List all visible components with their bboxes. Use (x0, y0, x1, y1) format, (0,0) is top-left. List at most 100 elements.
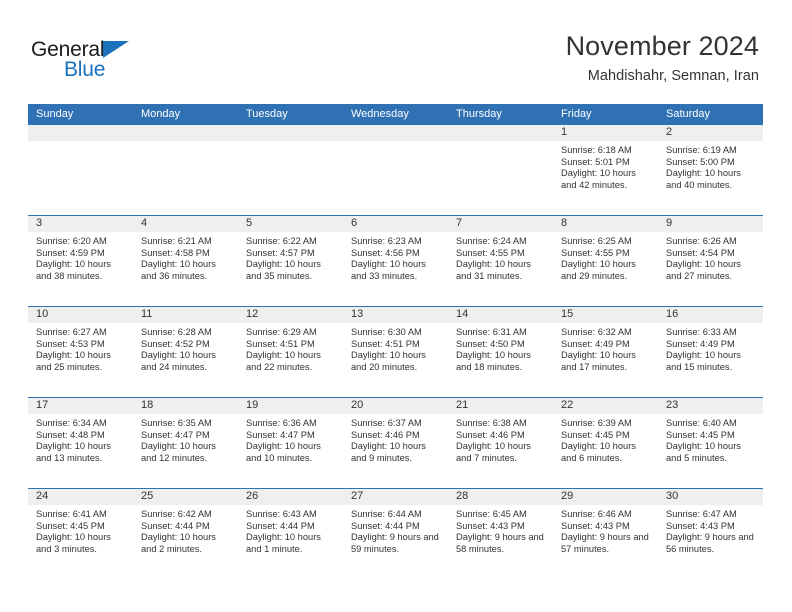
day-number-band: 8 (553, 216, 658, 233)
sunrise-text: Sunrise: 6:27 AM (36, 327, 107, 337)
calendar-day-cell-empty (448, 125, 553, 215)
sunset-text: Sunset: 4:44 PM (141, 520, 210, 531)
calendar-day-cell[interactable]: 11 Sunrise: 6:28 AM Sunset: 4:52 PM Dayligh… (133, 307, 238, 397)
sunset-text: Sunset: 4:46 PM (351, 429, 420, 440)
calendar-day-cell-empty (133, 125, 238, 215)
day-number: 28 (456, 490, 469, 502)
weekday-header-saturday: Saturday (666, 108, 711, 120)
sunset-text: Sunset: 4:44 PM (351, 520, 420, 531)
sunrise-text: Sunrise: 6:29 AM (246, 327, 317, 337)
day-number-band: 20 (343, 398, 448, 415)
day-number: 9 (666, 217, 673, 229)
sunset-text: Sunset: 4:58 PM (141, 247, 210, 258)
calendar-day-cell[interactable]: 1 Sunrise: 6:18 AM Sunset: 5:01 PM Daylight… (553, 125, 658, 215)
daylight-text: Daylight: 10 hours and 24 minutes. (141, 350, 216, 372)
calendar-day-cell[interactable]: 20 Sunrise: 6:37 AM Sunset: 4:46 PM Dayligh… (343, 398, 448, 488)
sunrise-text: Sunrise: 6:30 AM (351, 327, 422, 337)
day-number-band: 1 (553, 125, 658, 142)
day-number-band: 21 (448, 398, 553, 415)
day-sun-info: Sunrise: 6:25 AM Sunset: 4:55 PM Daylight:… (553, 233, 658, 282)
day-number: 30 (666, 490, 679, 502)
calendar-day-cell[interactable]: 24 Sunrise: 6:41 AM Sunset: 4:45 PM Dayligh… (28, 489, 133, 579)
calendar-day-cell[interactable]: 16 Sunrise: 6:33 AM Sunset: 4:49 PM Dayligh… (658, 307, 763, 397)
day-number-band: 9 (658, 216, 763, 233)
day-number: 16 (666, 308, 679, 320)
day-number-band: 3 (28, 216, 133, 233)
daylight-text: Daylight: 10 hours and 42 minutes. (561, 168, 636, 190)
calendar-day-cell[interactable]: 15 Sunrise: 6:32 AM Sunset: 4:49 PM Dayligh… (553, 307, 658, 397)
triangle-icon (103, 41, 129, 58)
calendar-day-cell[interactable]: 3 Sunrise: 6:20 AM Sunset: 4:59 PM Daylight… (28, 216, 133, 306)
sunset-text: Sunset: 4:53 PM (36, 338, 105, 349)
calendar-day-cell[interactable]: 10 Sunrise: 6:27 AM Sunset: 4:53 PM Dayligh… (28, 307, 133, 397)
day-number: 15 (561, 308, 574, 320)
sunrise-text: Sunrise: 6:18 AM (561, 145, 632, 155)
sunset-text: Sunset: 4:52 PM (141, 338, 210, 349)
day-number-band: 25 (133, 489, 238, 506)
calendar-day-cell[interactable]: 28 Sunrise: 6:45 AM Sunset: 4:43 PM Dayligh… (448, 489, 553, 579)
calendar-day-cell[interactable]: 25 Sunrise: 6:42 AM Sunset: 4:44 PM Dayligh… (133, 489, 238, 579)
general-blue-logo[interactable]: General Blue (31, 39, 151, 85)
day-number: 5 (246, 217, 253, 229)
day-number-band: 24 (28, 489, 133, 506)
daylight-text: Daylight: 10 hours and 36 minutes. (141, 259, 216, 281)
day-number: 25 (141, 490, 154, 502)
day-number-band: 18 (133, 398, 238, 415)
calendar-day-cell[interactable]: 4 Sunrise: 6:21 AM Sunset: 4:58 PM Daylight… (133, 216, 238, 306)
day-sun-info: Sunrise: 6:29 AM Sunset: 4:51 PM Daylight:… (238, 324, 343, 373)
calendar-day-cell[interactable]: 19 Sunrise: 6:36 AM Sunset: 4:47 PM Dayligh… (238, 398, 343, 488)
day-sun-info: Sunrise: 6:31 AM Sunset: 4:50 PM Daylight:… (448, 324, 553, 373)
day-sun-info: Sunrise: 6:24 AM Sunset: 4:55 PM Daylight:… (448, 233, 553, 282)
daylight-text: Daylight: 10 hours and 22 minutes. (246, 350, 321, 372)
page-header: General Blue November 2024 Mahdishahr, S… (0, 0, 792, 104)
calendar-day-cell[interactable]: 5 Sunrise: 6:22 AM Sunset: 4:57 PM Daylight… (238, 216, 343, 306)
calendar-day-cell[interactable]: 30 Sunrise: 6:47 AM Sunset: 4:43 PM Dayligh… (658, 489, 763, 579)
day-number: 11 (141, 308, 153, 320)
calendar-day-cell[interactable]: 2 Sunrise: 6:19 AM Sunset: 5:00 PM Daylight… (658, 125, 763, 215)
sunrise-text: Sunrise: 6:43 AM (246, 509, 317, 519)
day-number-band: 26 (238, 489, 343, 506)
daylight-text: Daylight: 10 hours and 38 minutes. (36, 259, 111, 281)
day-number: 13 (351, 308, 364, 320)
calendar-day-cell[interactable]: 14 Sunrise: 6:31 AM Sunset: 4:50 PM Dayligh… (448, 307, 553, 397)
sunrise-text: Sunrise: 6:28 AM (141, 327, 212, 337)
day-number: 2 (666, 126, 673, 138)
calendar-day-cell[interactable]: 27 Sunrise: 6:44 AM Sunset: 4:44 PM Dayligh… (343, 489, 448, 579)
calendar-day-cell[interactable]: 22 Sunrise: 6:39 AM Sunset: 4:45 PM Dayligh… (553, 398, 658, 488)
day-sun-info: Sunrise: 6:21 AM Sunset: 4:58 PM Daylight:… (133, 233, 238, 282)
sunset-text: Sunset: 4:45 PM (666, 429, 735, 440)
calendar-day-cell[interactable]: 6 Sunrise: 6:23 AM Sunset: 4:56 PM Daylight… (343, 216, 448, 306)
calendar-day-cell[interactable]: 13 Sunrise: 6:30 AM Sunset: 4:51 PM Dayligh… (343, 307, 448, 397)
calendar-day-cell[interactable]: 29 Sunrise: 6:46 AM Sunset: 4:43 PM Dayligh… (553, 489, 658, 579)
calendar-day-cell[interactable]: 7 Sunrise: 6:24 AM Sunset: 4:55 PM Daylight… (448, 216, 553, 306)
day-number-band: 28 (448, 489, 553, 506)
calendar-day-cell[interactable]: 21 Sunrise: 6:38 AM Sunset: 4:46 PM Dayligh… (448, 398, 553, 488)
sunrise-text: Sunrise: 6:34 AM (36, 418, 107, 428)
sunrise-text: Sunrise: 6:41 AM (36, 509, 107, 519)
sunrise-text: Sunrise: 6:39 AM (561, 418, 632, 428)
sunrise-text: Sunrise: 6:37 AM (351, 418, 422, 428)
weekday-header-monday: Monday (141, 108, 181, 120)
sunrise-text: Sunrise: 6:45 AM (456, 509, 527, 519)
sunrise-text: Sunrise: 6:38 AM (456, 418, 527, 428)
calendar-day-cell[interactable]: 8 Sunrise: 6:25 AM Sunset: 4:55 PM Daylight… (553, 216, 658, 306)
day-sun-info: Sunrise: 6:43 AM Sunset: 4:44 PM Daylight:… (238, 506, 343, 555)
daylight-text: Daylight: 10 hours and 12 minutes. (141, 441, 216, 463)
calendar-day-cell[interactable]: 26 Sunrise: 6:43 AM Sunset: 4:44 PM Dayligh… (238, 489, 343, 579)
day-sun-info: Sunrise: 6:35 AM Sunset: 4:47 PM Daylight:… (133, 415, 238, 464)
logo-word-general: General (31, 38, 105, 61)
sunrise-text: Sunrise: 6:32 AM (561, 327, 632, 337)
calendar-day-cell[interactable]: 17 Sunrise: 6:34 AM Sunset: 4:48 PM Dayligh… (28, 398, 133, 488)
calendar-day-cell[interactable]: 12 Sunrise: 6:29 AM Sunset: 4:51 PM Dayligh… (238, 307, 343, 397)
daylight-text: Daylight: 10 hours and 1 minute. (246, 532, 321, 554)
day-number-band: 17 (28, 398, 133, 415)
day-sun-info: Sunrise: 6:46 AM Sunset: 4:43 PM Daylight:… (553, 506, 658, 555)
calendar-day-cell[interactable]: 9 Sunrise: 6:26 AM Sunset: 4:54 PM Daylight… (658, 216, 763, 306)
calendar-day-cell[interactable]: 18 Sunrise: 6:35 AM Sunset: 4:47 PM Dayligh… (133, 398, 238, 488)
day-sun-info: Sunrise: 6:28 AM Sunset: 4:52 PM Daylight:… (133, 324, 238, 373)
calendar-day-cell[interactable]: 23 Sunrise: 6:40 AM Sunset: 4:45 PM Dayligh… (658, 398, 763, 488)
logo-word-blue: Blue (64, 58, 106, 81)
weekday-header-thursday: Thursday (456, 108, 502, 120)
weekday-header-tuesday: Tuesday (246, 108, 288, 120)
daylight-text: Daylight: 10 hours and 9 minutes. (351, 441, 426, 463)
